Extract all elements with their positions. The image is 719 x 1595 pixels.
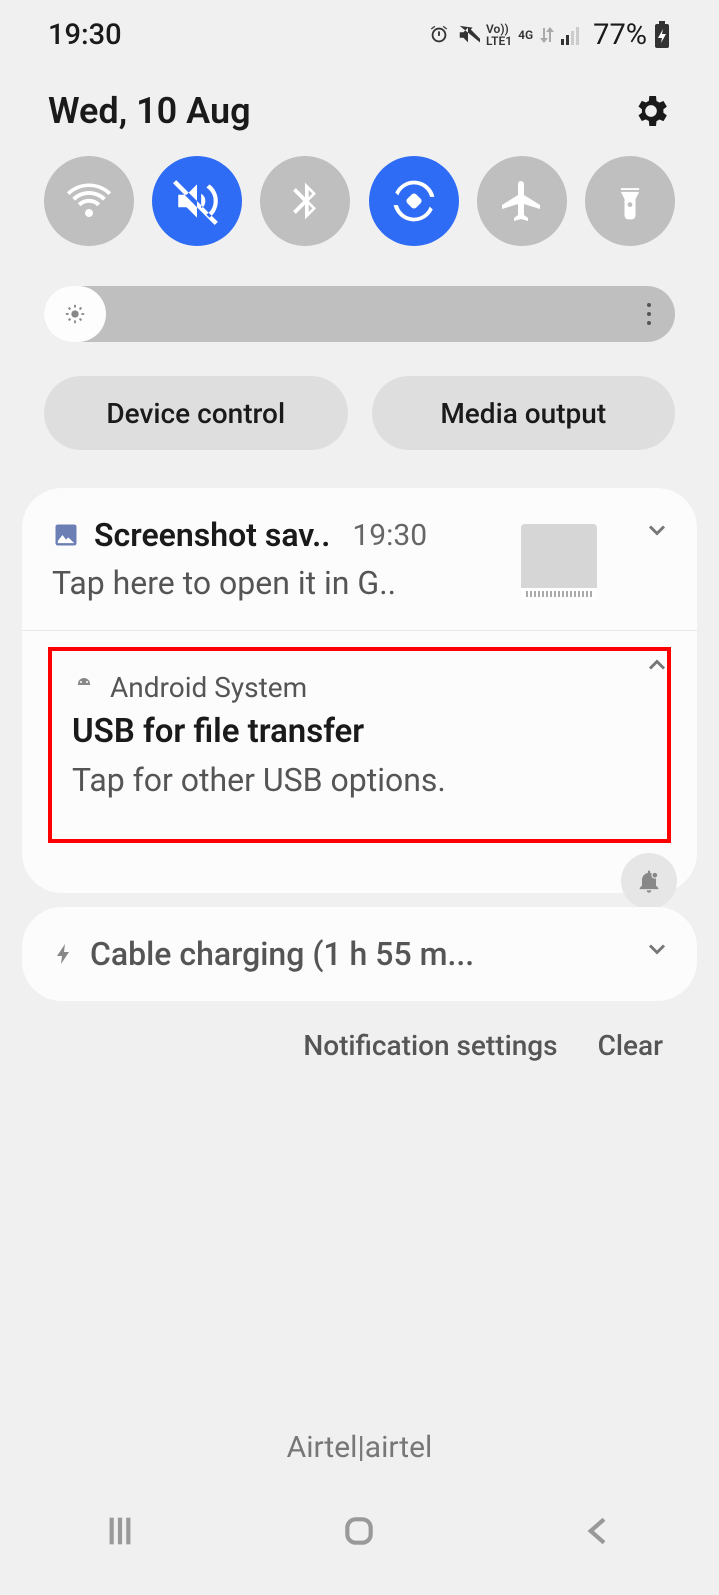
pill-row: Device control Media output [0,352,719,474]
brightness-row [0,260,719,352]
airplane-toggle[interactable] [477,156,567,246]
chevron-down-icon[interactable] [643,516,671,548]
notification-app-label: Android System [110,671,307,704]
network-type: 4G [518,29,533,41]
brightness-slider[interactable] [44,286,675,342]
mute-vibrate-icon [456,24,480,46]
highlight-annotation: Android System USB for file transfer Tap… [48,647,671,843]
signal-icon [561,25,583,45]
notification-screenshot[interactable]: Screenshot sav.. 19:30 Tap here to open … [22,488,697,631]
screenshot-thumbnail[interactable] [521,524,597,600]
notification-title: Cable charging (1 h 55 m... [90,935,474,973]
footer-links: Notification settings Clear [0,1001,719,1090]
battery-icon [653,21,671,49]
data-arrows-icon [539,26,555,44]
notification-body: Tap for other USB options. [72,761,647,799]
notification-charging[interactable]: Cable charging (1 h 55 m... [22,907,697,1001]
notification-title: USB for file transfer [72,712,647,751]
settings-gear-icon[interactable] [631,91,671,131]
lightning-icon [52,939,76,969]
recents-button[interactable] [100,1511,140,1555]
notification-settings-bell-icon[interactable] [621,853,677,909]
clear-button[interactable]: Clear [598,1029,663,1062]
status-bar: 19:30 Vo)) LTE1 4G 77% [0,0,719,60]
date-row: Wed, 10 Aug [0,60,719,142]
wifi-toggle[interactable] [44,156,134,246]
back-button[interactable] [579,1511,619,1555]
chevron-up-icon[interactable] [643,651,671,683]
date-text: Wed, 10 Aug [48,90,251,132]
image-icon [52,521,80,549]
android-icon [72,676,96,700]
battery-percent: 77% [593,18,647,52]
home-button[interactable] [339,1511,379,1555]
alarm-icon [428,24,450,46]
notification-settings-link[interactable]: Notification settings [303,1029,557,1062]
flashlight-toggle[interactable] [585,156,675,246]
chevron-down-icon[interactable] [643,935,671,967]
volte-indicator: Vo)) LTE1 [486,23,512,47]
notification-body: Tap here to open it in G.. [52,564,472,602]
notification-time: 19:30 [352,518,427,553]
auto-rotate-toggle[interactable] [369,156,459,246]
quick-settings-row [0,142,719,260]
navigation-bar [0,1511,719,1555]
brightness-thumb[interactable] [44,286,106,342]
media-output-button[interactable]: Media output [372,376,676,450]
status-icons: Vo)) LTE1 4G 77% [428,18,671,52]
status-time: 19:30 [48,18,122,52]
sound-toggle[interactable] [152,156,242,246]
brightness-menu-icon[interactable] [647,303,651,325]
bluetooth-toggle[interactable] [260,156,350,246]
notification-title: Screenshot sav.. [94,516,330,554]
notification-usb[interactable]: Android System USB for file transfer Tap… [22,631,697,893]
carrier-label: Airtel|airtel [0,1430,719,1465]
device-control-button[interactable]: Device control [44,376,348,450]
notification-card: Screenshot sav.. 19:30 Tap here to open … [22,488,697,893]
